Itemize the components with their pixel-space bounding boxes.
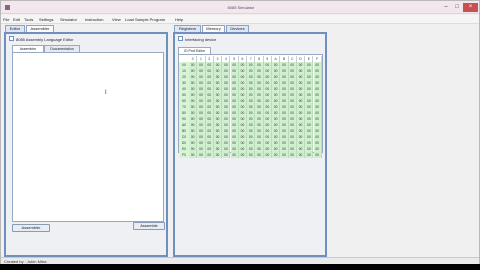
- interfacing-panel: Interfacing device IO Port Editor 012345…: [173, 32, 327, 257]
- port-cell[interactable]: 00: [305, 152, 314, 158]
- status-bar: Created by : Jubin Mitra: [1, 257, 479, 264]
- port-cell[interactable]: 00: [263, 152, 272, 158]
- assembler-button[interactable]: Assembler: [12, 224, 50, 232]
- io-port-grid: 0 1 2 3 4 5 6 7 8 9 A B C D E F 00 00 00 00 00 00 00 00 00 00 00 00…: [178, 54, 323, 158]
- tab-assembler[interactable]: Assembler: [26, 25, 54, 32]
- port-cell[interactable]: 00: [222, 152, 231, 158]
- menu-bar: File Edit Tools Settings Simulator Instr…: [1, 15, 479, 24]
- menu-view[interactable]: View: [112, 17, 121, 22]
- window-title: 8085 Simulator: [227, 5, 255, 10]
- text-cursor-icon: I: [105, 90, 107, 96]
- title-bar: 8085 Simulator – □ ×: [1, 1, 479, 14]
- tab-editor[interactable]: Editor: [5, 25, 25, 32]
- menu-simulator[interactable]: Simulator: [60, 17, 77, 22]
- port-cell[interactable]: 00: [255, 152, 264, 158]
- port-cell[interactable]: 00: [280, 152, 289, 158]
- code-editor[interactable]: [12, 52, 164, 222]
- menu-settings[interactable]: Settings: [39, 17, 53, 22]
- main-tab-strip: Editor Assembler Registers Memory Device…: [1, 24, 479, 32]
- tab-memory[interactable]: Memory: [202, 25, 225, 32]
- app-window: 8085 Simulator – □ × File Edit Tools Set…: [0, 0, 480, 264]
- tab-registers[interactable]: Registers: [174, 25, 201, 32]
- menu-edit[interactable]: Edit: [13, 17, 20, 22]
- port-cell[interactable]: 00: [272, 152, 281, 158]
- port-cell[interactable]: 00: [288, 152, 297, 158]
- menu-file[interactable]: File: [3, 17, 9, 22]
- row-label: F0: [179, 152, 189, 158]
- assemble-button[interactable]: Assemble: [133, 222, 165, 230]
- editor-panel-checkbox[interactable]: [9, 36, 14, 41]
- port-cell[interactable]: 00: [189, 152, 198, 158]
- subtab-io-port-editor[interactable]: IO Port Editor: [178, 47, 211, 54]
- menu-instruction[interactable]: Instruction: [85, 17, 103, 22]
- port-cell[interactable]: 00: [230, 152, 239, 158]
- menu-tools[interactable]: Tools: [24, 17, 33, 22]
- close-icon[interactable]: ×: [463, 3, 478, 12]
- status-text: Created by : Jubin Mitra: [4, 259, 47, 264]
- maximize-icon[interactable]: □: [452, 3, 462, 12]
- subtab-documentation[interactable]: Documentation: [44, 45, 80, 52]
- port-cell[interactable]: 00: [296, 152, 306, 158]
- menu-load-sample-program[interactable]: Load Sample Program: [125, 17, 165, 22]
- port-cell[interactable]: 00: [197, 152, 206, 158]
- minimize-icon[interactable]: –: [441, 3, 451, 12]
- port-cell[interactable]: 00: [213, 152, 223, 158]
- app-icon: [5, 5, 10, 10]
- tab-devices[interactable]: Devices: [226, 25, 249, 32]
- editor-panel: 8085 Assembly Language Editor Assembler …: [4, 32, 168, 257]
- port-cell[interactable]: 00: [247, 152, 256, 158]
- subtab-assembler[interactable]: Assembler: [12, 45, 44, 52]
- menu-help[interactable]: Help: [175, 17, 183, 22]
- port-cell[interactable]: 00: [238, 152, 248, 158]
- interfacing-panel-checkbox[interactable]: [178, 36, 183, 41]
- port-cell[interactable]: 00: [205, 152, 214, 158]
- editor-panel-title: 8085 Assembly Language Editor: [16, 37, 74, 42]
- interfacing-panel-title: Interfacing device: [185, 37, 217, 42]
- port-cell[interactable]: 00: [313, 152, 322, 158]
